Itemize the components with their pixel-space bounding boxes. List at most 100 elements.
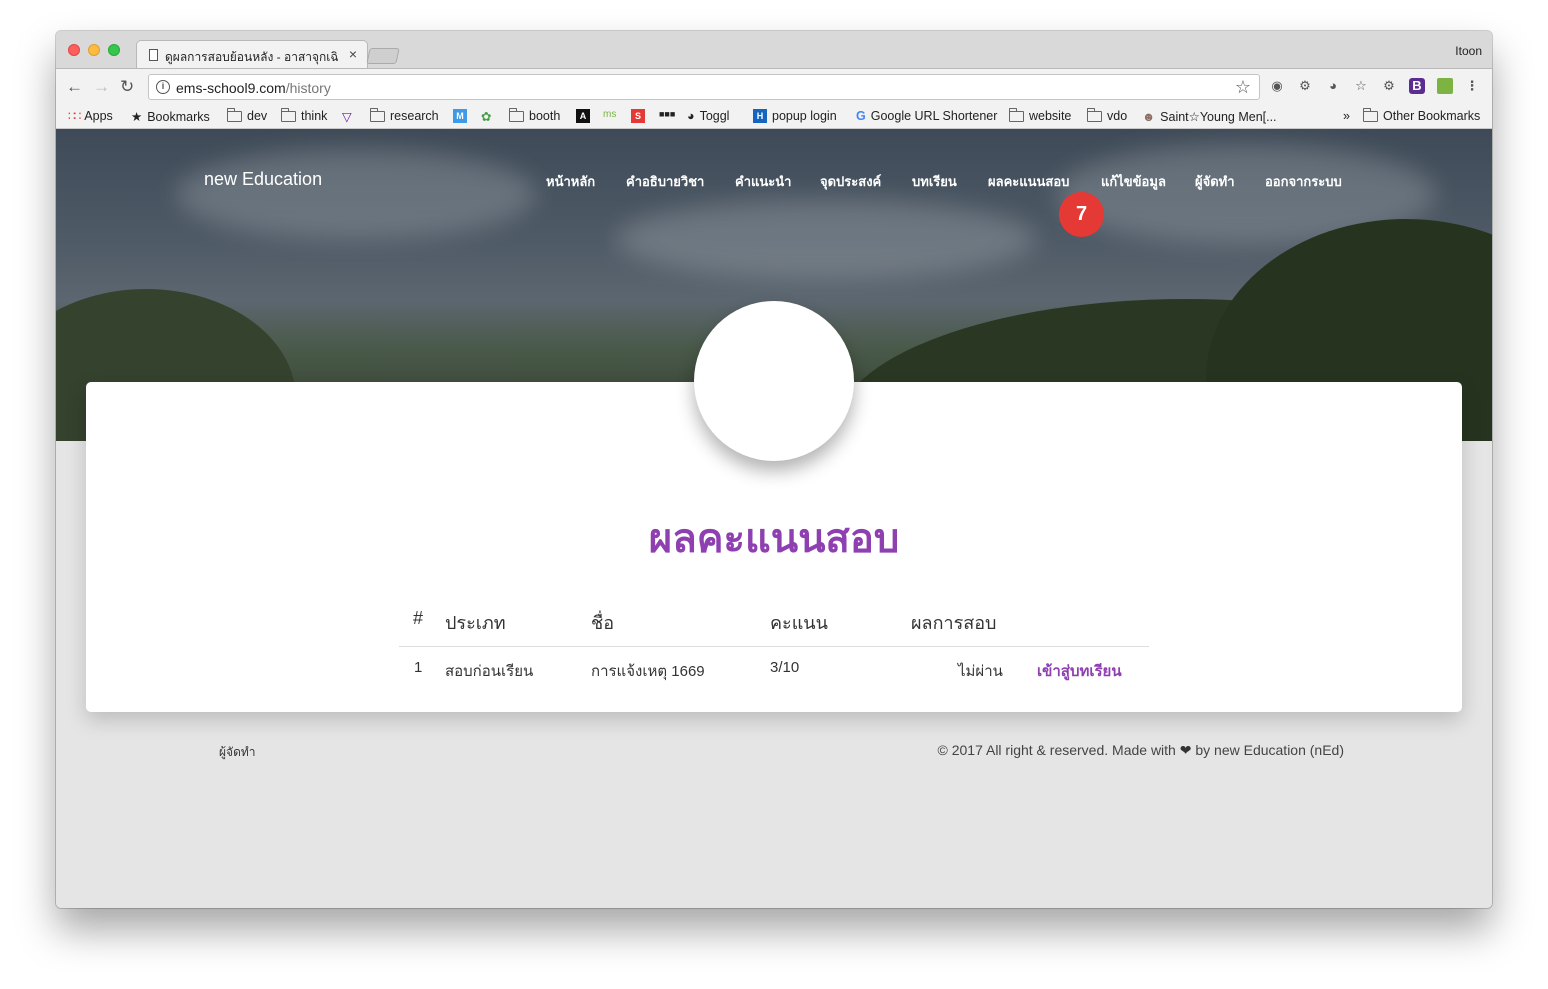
- bookmark-v[interactable]: ▽: [342, 109, 352, 124]
- address-bar[interactable]: i ems-school9.com/history ☆: [148, 74, 1260, 100]
- credit-text: by new Education (nEd): [1195, 742, 1344, 758]
- bootstrap-icon[interactable]: B: [1409, 78, 1425, 94]
- nav-edit-profile[interactable]: แก้ไขข้อมูล: [1101, 171, 1166, 192]
- bookmark-label: Other Bookmarks: [1383, 109, 1481, 123]
- bookmark-google-url-shortener[interactable]: G Google URL Shortener: [856, 109, 997, 123]
- bookmark-saint-young-men[interactable]: ☻ Saint☆Young Men[...: [1142, 109, 1277, 125]
- bookmark-booth[interactable]: booth: [509, 107, 561, 123]
- leaf-icon: ✿: [481, 110, 492, 124]
- reload-icon[interactable]: ↻: [120, 78, 134, 96]
- bbc-icon: ■■■: [659, 109, 676, 119]
- new-tab-button[interactable]: [366, 48, 400, 64]
- bookmark-label: vdo: [1107, 109, 1128, 123]
- bookmark-website[interactable]: website: [1009, 107, 1072, 123]
- bookmark-think[interactable]: think: [281, 107, 327, 123]
- camera-icon[interactable]: ◉: [1269, 78, 1285, 94]
- table-header-divider: [399, 646, 1149, 647]
- bookmark-label: website: [1029, 109, 1072, 123]
- notification-badge[interactable]: 7: [1059, 192, 1104, 237]
- folder-icon: [227, 107, 242, 122]
- bookmark-bookmarks[interactable]: ★ Bookmarks: [131, 109, 210, 125]
- menu-icon[interactable]: ⋮: [1464, 78, 1480, 94]
- close-window-button[interactable]: [68, 44, 80, 56]
- bookmark-m[interactable]: M: [453, 109, 467, 123]
- bookmark-popup-login[interactable]: Hpopup login: [753, 109, 837, 123]
- enter-lesson-link[interactable]: เข้าสู่บทเรียน: [1037, 659, 1122, 683]
- bookmark-leaf[interactable]: ✿: [481, 109, 491, 124]
- bookmark-apps[interactable]: ∷∷ Apps: [68, 109, 113, 123]
- info-icon[interactable]: i: [156, 80, 170, 94]
- gear-icon[interactable]: ⚙: [1297, 78, 1313, 94]
- bookmark-label: Bookmarks: [147, 109, 210, 124]
- document-icon: [149, 49, 158, 61]
- back-arrow-icon[interactable]: ←: [66, 78, 83, 96]
- zoom-window-button[interactable]: [108, 44, 120, 56]
- nav-logout[interactable]: ออกจากระบบ: [1265, 171, 1342, 192]
- colorzilla-icon[interactable]: [1437, 78, 1453, 94]
- page-title: ผลคะแนนสอบ: [648, 517, 900, 561]
- url-path: /history: [285, 80, 331, 96]
- site-brand[interactable]: new Education: [204, 169, 322, 190]
- nav-objectives[interactable]: จุดประสงค์: [820, 171, 881, 192]
- bookmark-a[interactable]: A: [576, 109, 590, 123]
- toggl-icon[interactable]: ◕: [1325, 78, 1341, 94]
- column-header-number: #: [413, 608, 424, 628]
- bookmark-bbc[interactable]: ■■■: [659, 109, 675, 119]
- browser-window: ดูผลการสอบย้อนหลัง - อาสาจุกเฉิ × Itoon …: [56, 31, 1492, 908]
- profile-name[interactable]: Itoon: [1455, 44, 1482, 58]
- overflow-icon: »: [1343, 109, 1350, 123]
- bookmark-s[interactable]: S: [631, 109, 645, 123]
- extension-icon[interactable]: ☆: [1353, 78, 1369, 94]
- bookmarks-bar: ∷∷ Apps ★ Bookmarks dev think ▽ research M…: [56, 105, 1492, 129]
- star-icon: ★: [131, 110, 143, 124]
- bookmark-label: booth: [529, 109, 561, 123]
- bookmark-label: Google URL Shortener: [870, 109, 998, 123]
- nav-exam-results[interactable]: ผลคะแนนสอบ: [988, 171, 1069, 192]
- tab-close-icon[interactable]: ×: [349, 46, 357, 62]
- url-host: ems-school9.com: [176, 80, 286, 96]
- v-icon: ▽: [342, 110, 352, 124]
- row-name: การแจ้งเหตุ 1669: [591, 663, 705, 680]
- a-icon: A: [576, 109, 590, 123]
- bookmark-label: research: [390, 109, 439, 123]
- bookmark-label: dev: [247, 109, 268, 123]
- row-score: 3/10: [770, 659, 800, 676]
- column-header-name: ชื่อ: [591, 613, 615, 633]
- footer-authors-link[interactable]: ผู้จัดทำ: [219, 743, 256, 762]
- nav-home[interactable]: หน้าหลัก: [546, 171, 595, 192]
- bookmark-label: Toggl: [699, 109, 730, 123]
- minimize-window-button[interactable]: [88, 44, 100, 56]
- nav-guidance[interactable]: คำแนะนำ: [735, 171, 791, 192]
- apps-grid-icon: ∷∷: [68, 109, 81, 123]
- row-number: 1: [414, 659, 423, 676]
- nav-authors[interactable]: ผู้จัดทำ: [1195, 171, 1235, 192]
- settings-extension-icon[interactable]: ⚙: [1381, 78, 1397, 94]
- bookmark-vdo[interactable]: vdo: [1087, 107, 1128, 123]
- folder-icon: [509, 107, 524, 122]
- heart-icon: ❤: [1179, 742, 1192, 758]
- nav-course-description[interactable]: คำอธิบายวิชา: [626, 171, 704, 192]
- column-header-type: ประเภท: [445, 613, 506, 633]
- avatar: [694, 301, 854, 461]
- bookmark-other-bookmarks[interactable]: Other Bookmarks: [1363, 107, 1481, 123]
- row-type: สอบก่อนเรียน: [445, 663, 534, 680]
- nav-lessons[interactable]: บทเรียน: [912, 171, 957, 192]
- bookmark-research[interactable]: research: [370, 107, 439, 123]
- bookmark-dev[interactable]: dev: [227, 107, 268, 123]
- folder-icon: [1087, 107, 1102, 122]
- active-tab[interactable]: ดูผลการสอบย้อนหลัง - อาสาจุกเฉิ ×: [136, 40, 368, 68]
- cloud-shape: [176, 149, 536, 239]
- bookmark-ms[interactable]: ms: [603, 109, 616, 120]
- folder-icon: [281, 107, 296, 122]
- bookmark-toggl[interactable]: ◕ Toggl: [687, 109, 729, 123]
- h-icon: H: [753, 109, 767, 123]
- web-page: new Education หน้าหลัก คำอธิบายวิชา คำแน…: [56, 129, 1492, 908]
- m-icon: M: [453, 109, 467, 123]
- bookmark-label: Saint☆Young Men[...: [1160, 110, 1277, 124]
- browser-toolbar: ← → ↻ i ems-school9.com/history ☆ ◉ ⚙ ◕ …: [56, 68, 1492, 105]
- row-result: ไม่ผ่าน: [958, 663, 1003, 680]
- bookmarks-overflow-button[interactable]: »: [1343, 109, 1350, 123]
- forward-arrow-icon[interactable]: →: [93, 78, 110, 96]
- bookmark-star-icon[interactable]: ☆: [1235, 77, 1251, 98]
- bookmark-label: Apps: [84, 109, 113, 123]
